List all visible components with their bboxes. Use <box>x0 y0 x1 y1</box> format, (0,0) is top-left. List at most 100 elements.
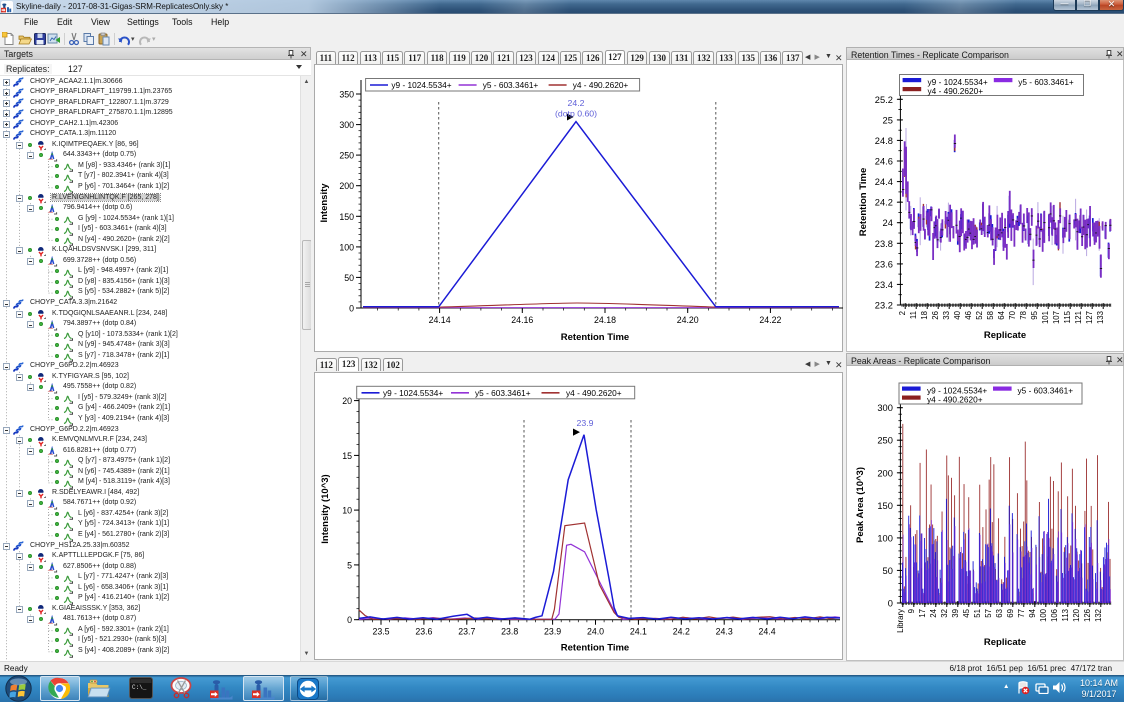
svg-text:132: 132 <box>1094 609 1103 622</box>
svg-text:100: 100 <box>1039 608 1048 622</box>
svg-text:y5 - 603.3461+: y5 - 603.3461+ <box>475 388 531 398</box>
svg-text:C:\_: C:\_ <box>132 684 147 691</box>
svg-text:24.6: 24.6 <box>875 157 893 167</box>
svg-text:95: 95 <box>1030 310 1039 319</box>
svg-text:350: 350 <box>339 90 354 100</box>
svg-text:24.16: 24.16 <box>511 315 533 325</box>
svg-text:100: 100 <box>877 533 893 543</box>
svg-text:24: 24 <box>883 218 893 228</box>
svg-text:300: 300 <box>339 120 354 130</box>
svg-text:y5 - 603.3461+: y5 - 603.3461+ <box>1018 77 1074 87</box>
svg-text:y9 - 1024.5534+: y9 - 1024.5534+ <box>391 80 451 90</box>
svg-text:Intensity: Intensity <box>319 183 330 223</box>
svg-text:121: 121 <box>1074 311 1083 324</box>
svg-text:y4 - 490.2620+: y4 - 490.2620+ <box>573 80 629 90</box>
svg-text:200: 200 <box>339 181 354 191</box>
svg-text:y4 - 490.2620+: y4 - 490.2620+ <box>566 388 622 398</box>
svg-text:Peak Area (10^3): Peak Area (10^3) <box>855 467 866 543</box>
svg-text:18: 18 <box>920 311 929 320</box>
svg-text:39: 39 <box>951 609 960 618</box>
svg-text:Library: Library <box>896 609 905 633</box>
svg-text:107: 107 <box>1052 311 1061 324</box>
svg-text:24.2: 24.2 <box>673 627 690 637</box>
svg-text:52: 52 <box>975 311 984 320</box>
svg-text:45: 45 <box>962 608 971 617</box>
svg-text:200: 200 <box>877 468 893 478</box>
svg-text:51: 51 <box>973 609 982 618</box>
svg-text:17: 17 <box>918 609 927 618</box>
svg-text:23.4: 23.4 <box>875 280 893 290</box>
svg-text:23.6: 23.6 <box>875 259 893 269</box>
svg-text:24.20: 24.20 <box>677 315 699 325</box>
svg-text:20: 20 <box>342 396 352 406</box>
svg-text:24.8: 24.8 <box>875 136 893 146</box>
svg-text:23.8: 23.8 <box>875 239 893 249</box>
svg-text:24.0: 24.0 <box>587 627 604 637</box>
svg-text:120: 120 <box>1072 608 1081 622</box>
svg-text:15: 15 <box>342 451 352 461</box>
svg-text:24.4: 24.4 <box>875 177 893 187</box>
svg-text:32: 32 <box>940 609 949 618</box>
svg-text:150: 150 <box>877 501 893 511</box>
svg-text:150: 150 <box>339 212 354 222</box>
svg-text:y4 - 490.2620+: y4 - 490.2620+ <box>928 86 984 96</box>
svg-text:69: 69 <box>1006 609 1015 618</box>
svg-text:115: 115 <box>1063 310 1072 323</box>
svg-text:133: 133 <box>1096 311 1105 324</box>
svg-text:78: 78 <box>1019 311 1028 320</box>
svg-text:25: 25 <box>883 115 893 125</box>
svg-text:24.2: 24.2 <box>568 98 585 108</box>
svg-text:46: 46 <box>964 311 973 320</box>
svg-text:23.5: 23.5 <box>372 627 389 637</box>
svg-text:y5 - 603.3461+: y5 - 603.3461+ <box>1018 386 1074 396</box>
svg-text:23.9: 23.9 <box>577 418 594 428</box>
svg-text:y9 - 1024.5534+: y9 - 1024.5534+ <box>383 388 443 398</box>
svg-text:100: 100 <box>339 242 354 252</box>
svg-text:94: 94 <box>1028 608 1037 617</box>
svg-text:0: 0 <box>888 599 893 609</box>
svg-text:24: 24 <box>929 608 938 617</box>
svg-text:24.2: 24.2 <box>875 198 893 208</box>
svg-text:23.8: 23.8 <box>501 627 518 637</box>
svg-text:127: 127 <box>1085 311 1094 324</box>
svg-text:5: 5 <box>347 560 352 570</box>
svg-text:50: 50 <box>344 273 354 283</box>
svg-text:11: 11 <box>909 311 918 319</box>
svg-text:Replicate: Replicate <box>984 637 1026 648</box>
svg-text:300: 300 <box>877 403 893 413</box>
svg-text:23.6: 23.6 <box>415 627 432 637</box>
svg-text:24.3: 24.3 <box>716 627 733 637</box>
svg-text:77: 77 <box>1017 609 1026 618</box>
svg-text:57: 57 <box>984 609 993 618</box>
svg-text:40: 40 <box>953 310 962 319</box>
svg-text:23.2: 23.2 <box>875 301 893 311</box>
svg-text:10: 10 <box>342 506 352 516</box>
svg-text:126: 126 <box>1083 609 1092 622</box>
svg-text:9: 9 <box>907 609 916 613</box>
svg-text:24.4: 24.4 <box>759 627 776 637</box>
svg-text:26: 26 <box>931 311 940 320</box>
svg-text:250: 250 <box>339 151 354 161</box>
svg-text:Retention Time: Retention Time <box>561 332 629 343</box>
svg-text:58: 58 <box>986 311 995 320</box>
svg-text:24.18: 24.18 <box>594 315 616 325</box>
svg-text:Retention Time: Retention Time <box>561 643 629 654</box>
svg-text:(dotp 0.60): (dotp 0.60) <box>555 109 597 119</box>
svg-text:25.2: 25.2 <box>875 95 893 105</box>
svg-text:64: 64 <box>997 310 1006 319</box>
svg-text:24.1: 24.1 <box>630 627 647 637</box>
svg-text:23.7: 23.7 <box>458 627 475 637</box>
svg-text:23.9: 23.9 <box>544 627 561 637</box>
svg-text:70: 70 <box>1008 310 1017 319</box>
svg-text:24.14: 24.14 <box>429 315 451 325</box>
svg-text:24.22: 24.22 <box>759 315 781 325</box>
svg-text:0: 0 <box>349 304 354 314</box>
svg-text:63: 63 <box>995 609 1004 618</box>
svg-text:106: 106 <box>1050 609 1059 622</box>
svg-text:y5 - 603.3461+: y5 - 603.3461+ <box>483 80 539 90</box>
svg-text:Replicate: Replicate <box>984 330 1026 341</box>
svg-text:0: 0 <box>347 615 352 625</box>
svg-text:33: 33 <box>942 311 951 320</box>
svg-text:113: 113 <box>1061 609 1070 621</box>
svg-text:250: 250 <box>877 436 893 446</box>
